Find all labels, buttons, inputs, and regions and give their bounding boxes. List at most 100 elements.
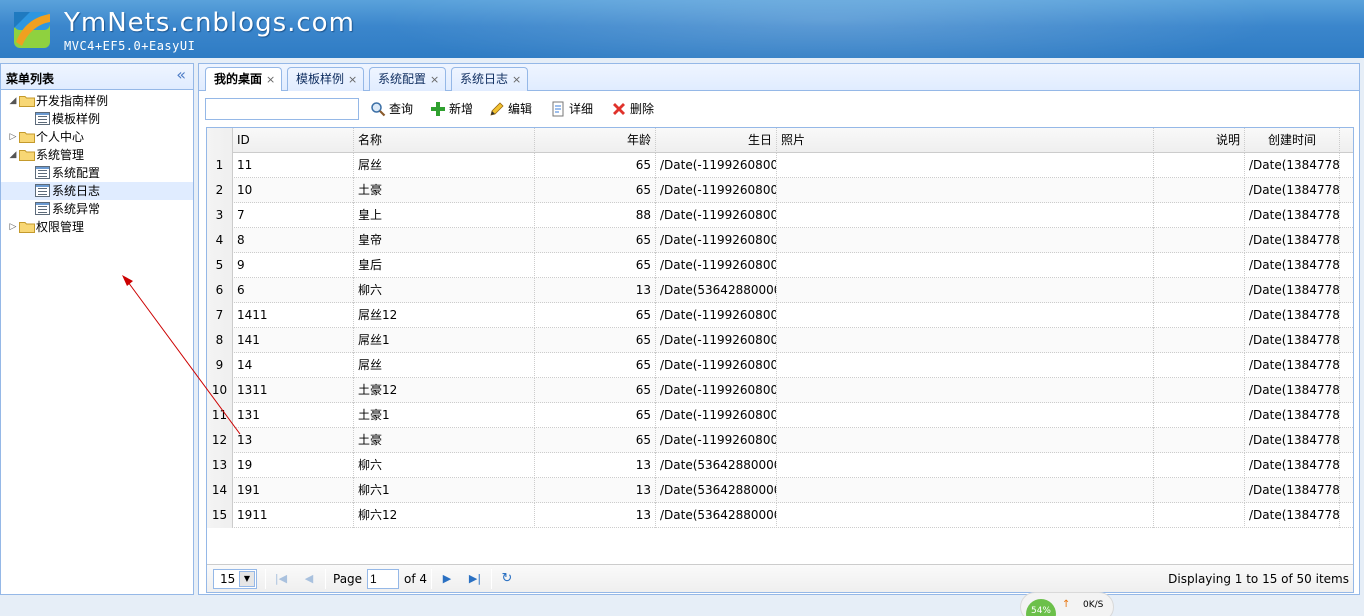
- menu-item[interactable]: 系统配置: [1, 164, 193, 182]
- close-icon[interactable]: ×: [512, 73, 521, 86]
- menu-item[interactable]: 系统日志: [1, 182, 193, 200]
- main-area: 我的桌面×模板样例×系统配置×系统日志× 查询 新增 编辑 详细: [198, 63, 1360, 595]
- cell-created: /Date(13847783: [1245, 153, 1340, 178]
- collapsed-arrow-icon[interactable]: ▷: [7, 218, 19, 236]
- menu-item[interactable]: 系统异常: [1, 200, 193, 218]
- next-page-icon[interactable]: ▶: [439, 571, 455, 587]
- cell-name: 土豪1: [354, 403, 535, 428]
- tab-label: 系统日志: [460, 72, 509, 86]
- network-speed-widget[interactable]: 54% ↑ 0K/S: [1020, 592, 1114, 616]
- close-icon[interactable]: ×: [348, 73, 357, 86]
- tab[interactable]: 系统配置 ×: [369, 67, 447, 92]
- table-row[interactable]: 7 1411 屌丝12 65/Date(-11992608000/Date(13847…: [207, 303, 1353, 328]
- prev-page-icon[interactable]: ◀: [301, 571, 317, 587]
- menu-item[interactable]: ◢ 系统管理: [1, 146, 193, 164]
- plus-icon: [431, 102, 445, 116]
- expanded-arrow-icon[interactable]: ◢: [7, 92, 19, 110]
- table-row[interactable]: 12 13 土豪 65/Date(-11992608000/Date(13847782: [207, 428, 1353, 453]
- folder-icon: [19, 222, 35, 233]
- query-button[interactable]: 查询: [369, 99, 413, 119]
- delete-button[interactable]: 删除: [610, 99, 654, 119]
- cell-age: 65: [535, 153, 656, 178]
- cell-created: /Date(13847782: [1245, 503, 1340, 528]
- refresh-icon[interactable]: ↻: [499, 571, 515, 587]
- edit-button[interactable]: 编辑: [488, 99, 532, 119]
- collapsed-arrow-icon[interactable]: ▷: [7, 128, 19, 146]
- column-header-id[interactable]: ID: [233, 128, 354, 153]
- cell-created: /Date(13847782: [1245, 453, 1340, 478]
- table-row[interactable]: 2 10 土豪 65/Date(-11992608000/Date(13847783: [207, 178, 1353, 203]
- cell-age: 65: [535, 403, 656, 428]
- last-page-icon[interactable]: ▶|: [467, 571, 483, 587]
- cell-birthday: /Date(-11992608000: [656, 378, 777, 403]
- menu-item[interactable]: 模板样例: [1, 110, 193, 128]
- column-header-photo[interactable]: 照片: [777, 128, 1154, 153]
- menu-item[interactable]: ▷ 个人中心: [1, 128, 193, 146]
- search-input[interactable]: [205, 98, 359, 120]
- cell-id: 10: [233, 178, 354, 203]
- tab-label: 模板样例: [296, 72, 345, 86]
- pager-separator: [265, 569, 266, 589]
- table-row[interactable]: 1 11 屌丝 65/Date(-11992608000/Date(13847783: [207, 153, 1353, 178]
- chevron-down-icon[interactable]: ▼: [239, 571, 255, 587]
- close-icon[interactable]: ×: [266, 73, 275, 86]
- double-chevron-left-icon[interactable]: «: [176, 67, 186, 83]
- column-header-name[interactable]: 名称: [354, 128, 535, 153]
- tab-bar: 我的桌面 × 模板样例 × 系统配置 × 系统日志 ×: [198, 63, 1360, 93]
- column-header-created[interactable]: 创建时间: [1245, 128, 1340, 153]
- cell-rn: 3: [207, 203, 233, 228]
- cell-rn: 2: [207, 178, 233, 203]
- table-row[interactable]: 11 131 土豪1 65/Date(-11992608000/Date(138477…: [207, 403, 1353, 428]
- cell-age: 65: [535, 428, 656, 453]
- logo-icon: [14, 12, 50, 48]
- tab[interactable]: 我的桌面 ×: [205, 67, 283, 93]
- table-row[interactable]: 10 1311 土豪12 65/Date(-11992608000/Date(1384…: [207, 378, 1353, 403]
- first-page-icon[interactable]: |◀: [273, 571, 289, 587]
- row-number-header: [207, 128, 233, 153]
- cell-age: 65: [535, 328, 656, 353]
- cell-created: /Date(13847783: [1245, 253, 1340, 278]
- table-row[interactable]: 4 8 皇帝 65/Date(-11992608000/Date(13847783: [207, 228, 1353, 253]
- pager-separator: [491, 569, 492, 589]
- cell-age: 65: [535, 178, 656, 203]
- cell-photo: [777, 453, 1154, 478]
- page-number-input[interactable]: [367, 569, 399, 589]
- table-row[interactable]: 15 1911 柳六12 13/Date(536428800000/Date(1384…: [207, 503, 1353, 528]
- cell-age: 65: [535, 353, 656, 378]
- table-row[interactable]: 9 14 屌丝 65/Date(-11992608000/Date(13847782: [207, 353, 1353, 378]
- cell-note: [1154, 503, 1245, 528]
- add-button[interactable]: 新增: [429, 99, 473, 119]
- file-icon: [35, 166, 50, 179]
- close-icon[interactable]: ×: [430, 73, 439, 86]
- column-header-note[interactable]: 说明: [1154, 128, 1245, 153]
- table-row[interactable]: 6 6 柳六 13/Date(536428800000/Date(13847782: [207, 278, 1353, 303]
- expanded-arrow-icon[interactable]: ◢: [7, 146, 19, 164]
- menu-panel: 菜单列表 « ◢ 开发指南样例 模板样例 ▷ 个人中心 ◢ 系统管理 系统配置 系统日志 系统异常…: [0, 63, 194, 595]
- menu-item[interactable]: ▷ 权限管理: [1, 218, 193, 236]
- pager-separator: [325, 569, 326, 589]
- column-header-birthday[interactable]: 生日: [656, 128, 777, 153]
- cell-name: 皇后: [354, 253, 535, 278]
- table-row[interactable]: 8 141 屌丝1 65/Date(-11992608000/Date(1384778…: [207, 328, 1353, 353]
- tab[interactable]: 系统日志 ×: [451, 67, 529, 92]
- table-row[interactable]: 14 191 柳六1 13/Date(536428800000/Date(138477…: [207, 478, 1353, 503]
- table-row[interactable]: 13 19 柳六 13/Date(536428800000/Date(13847782: [207, 453, 1353, 478]
- cell-name: 土豪12: [354, 378, 535, 403]
- cell-age: 13: [535, 278, 656, 303]
- column-header-age[interactable]: 年龄: [535, 128, 656, 153]
- menu-panel-header: 菜单列表 «: [1, 64, 193, 90]
- page-size-select[interactable]: 15 ▼: [213, 569, 257, 589]
- tab[interactable]: 模板样例 ×: [287, 67, 365, 92]
- toolbar-separator: [481, 99, 482, 119]
- file-icon: [35, 184, 50, 197]
- table-row[interactable]: 5 9 皇后 65/Date(-11992608000/Date(13847783: [207, 253, 1353, 278]
- cell-rn: 14: [207, 478, 233, 503]
- cell-birthday: /Date(-11992608000: [656, 403, 777, 428]
- menu-item[interactable]: ◢ 开发指南样例: [1, 92, 193, 110]
- cell-created: /Date(13847782: [1245, 478, 1340, 503]
- detail-button[interactable]: 详细: [549, 99, 593, 119]
- cell-photo: [777, 278, 1154, 303]
- cell-age: 13: [535, 503, 656, 528]
- cell-birthday: /Date(-11992608000: [656, 178, 777, 203]
- table-row[interactable]: 3 7 皇上 88/Date(-11992608000/Date(13847783: [207, 203, 1353, 228]
